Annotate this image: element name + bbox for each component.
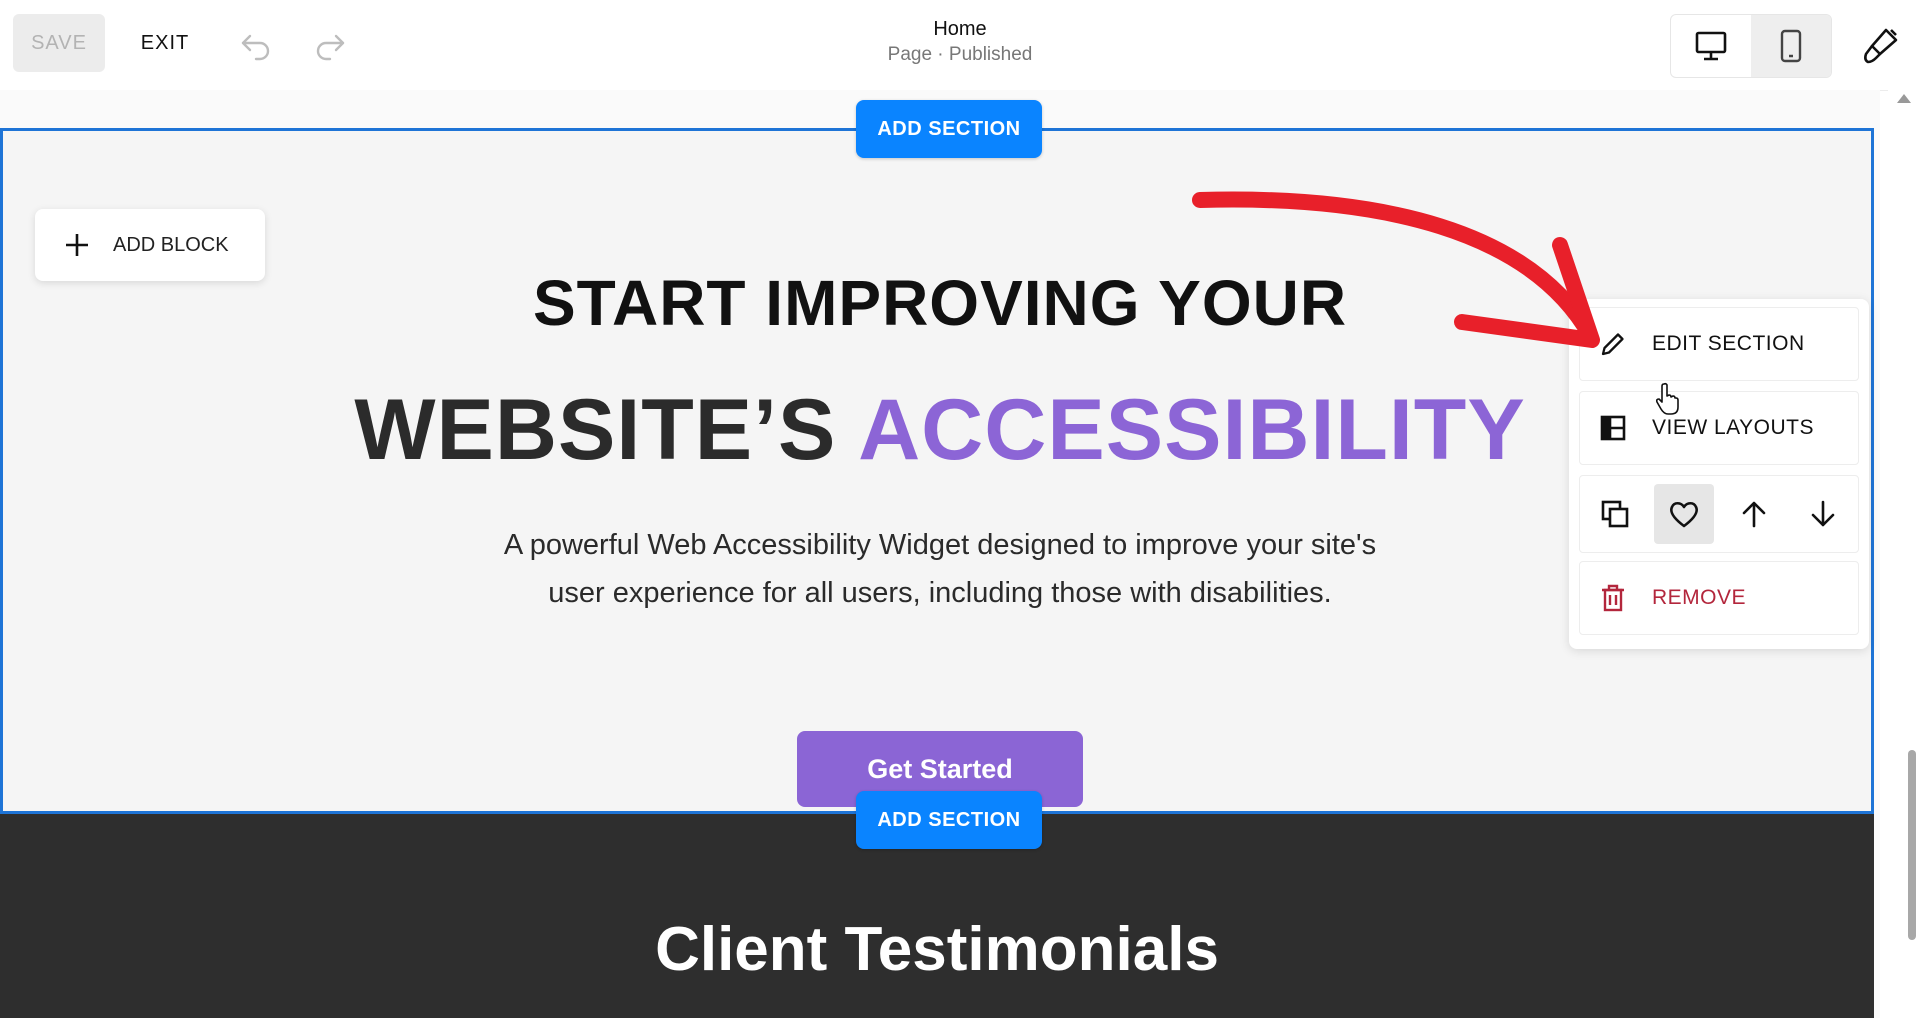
duplicate-icon[interactable] (1585, 484, 1645, 544)
device-toggle (1670, 14, 1832, 78)
view-layouts-label: VIEW LAYOUTS (1652, 416, 1814, 439)
remove-section-button[interactable]: REMOVE (1579, 561, 1859, 635)
pencil-icon (1601, 333, 1624, 356)
desktop-icon (1695, 31, 1727, 61)
exit-button[interactable]: EXIT (130, 14, 200, 72)
edit-section-button[interactable]: EDIT SECTION (1579, 307, 1859, 381)
editor-toolbar: SAVE EXIT Home Page · Published (0, 0, 1920, 91)
hand-cursor-icon (1655, 382, 1679, 415)
add-section-button-bottom[interactable]: ADD SECTION (856, 791, 1042, 849)
scroll-up-arrow-icon[interactable] (1897, 94, 1911, 103)
add-block-label: ADD BLOCK (113, 233, 229, 256)
page-info[interactable]: Home Page · Published (860, 16, 1060, 68)
hero-heading-text: WEBSITE’S (354, 382, 859, 478)
layout-icon (1600, 415, 1626, 441)
arrow-down-icon[interactable] (1793, 484, 1853, 544)
add-section-button-top[interactable]: ADD SECTION (856, 100, 1042, 158)
view-layouts-button[interactable]: VIEW LAYOUTS (1579, 391, 1859, 465)
trash-icon (1602, 584, 1624, 612)
edit-section-label: EDIT SECTION (1652, 332, 1805, 355)
section-actions-row (1579, 475, 1859, 553)
redo-icon[interactable] (312, 26, 348, 62)
mobile-icon (1780, 29, 1802, 63)
section-menu: EDIT SECTION VIEW LAYOUTS REMOVE (1569, 299, 1869, 649)
hero-section[interactable]: ADD BLOCK START IMPROVING YOUR WEBSITE’S… (0, 128, 1874, 814)
paintbrush-icon[interactable] (1858, 24, 1902, 68)
page-status: Page · Published (887, 44, 1033, 65)
remove-label: REMOVE (1652, 586, 1747, 609)
desktop-view-button[interactable] (1671, 15, 1751, 77)
heart-icon[interactable] (1654, 484, 1715, 544)
save-button[interactable]: SAVE (13, 14, 105, 72)
testimonials-title[interactable]: Client Testimonials (0, 914, 1874, 985)
arrow-up-icon[interactable] (1724, 484, 1784, 544)
mobile-view-button[interactable] (1751, 15, 1831, 77)
hero-heading-accent: ACCESSIBILITY (858, 382, 1526, 478)
scrollbar-thumb[interactable] (1908, 750, 1916, 940)
plus-icon (66, 234, 88, 256)
hero-description[interactable]: A powerful Web Accessibility Widget desi… (493, 521, 1387, 617)
page-canvas: ADD BLOCK START IMPROVING YOUR WEBSITE’S… (0, 90, 1880, 1018)
scrollbar[interactable] (1888, 90, 1920, 1018)
page-title: Home (933, 18, 987, 40)
undo-icon[interactable] (238, 26, 274, 62)
